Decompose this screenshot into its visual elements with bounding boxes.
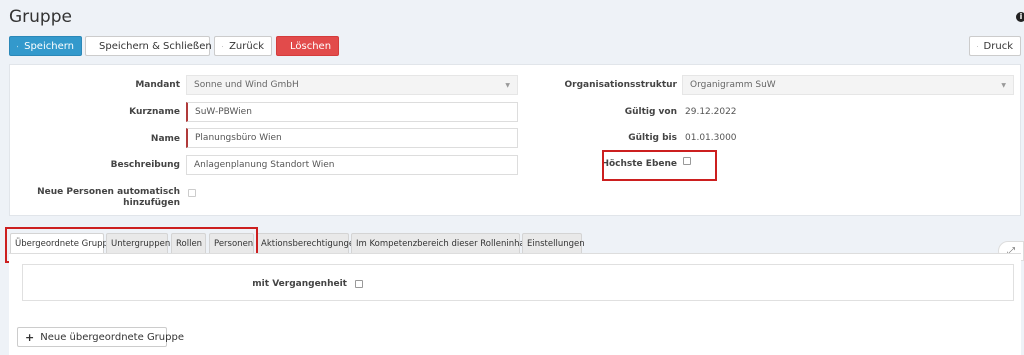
save-button-label: Speichern <box>24 40 74 52</box>
mit-vergangenheit-checkbox[interactable] <box>355 280 363 288</box>
print-button-label: Druck <box>983 40 1013 52</box>
arrow-left-icon <box>222 45 223 47</box>
page-title: Gruppe <box>9 7 72 27</box>
back-button[interactable]: Zurück <box>214 36 272 56</box>
neue-personen-label-line1: Neue Personen automatisch <box>37 187 180 197</box>
mandant-select[interactable]: Sonne und Wind GmbH ▼ <box>186 75 518 95</box>
beschreibung-field[interactable]: Anlagenplanung Standort Wien <box>186 155 518 175</box>
neue-personen-checkbox[interactable] <box>188 189 196 197</box>
printer-icon <box>977 45 978 47</box>
mit-vergangenheit-label: mit Vergangenheit <box>252 279 347 289</box>
back-button-label: Zurück <box>229 40 264 52</box>
neue-personen-label-line2: hinzufügen <box>123 198 180 208</box>
name-field[interactable]: Planungsbüro Wien <box>186 128 518 148</box>
mandant-value: Sonne und Wind GmbH <box>194 80 299 90</box>
filter-box <box>22 264 1014 301</box>
gueltig-bis-label: Gültig bis <box>628 133 677 143</box>
organisationsstruktur-label: Organisationsstruktur <box>564 80 678 90</box>
gueltig-von-value[interactable]: 29.12.2022 <box>685 107 737 117</box>
tab-aktionsberechtigungen[interactable]: Aktionsberechtigungen <box>256 233 360 253</box>
delete-button[interactable]: Löschen <box>276 36 339 56</box>
mandant-label: Mandant <box>135 80 180 90</box>
print-button[interactable]: Druck <box>969 36 1021 56</box>
info-icon[interactable]: i <box>1016 12 1024 22</box>
floppy-icon <box>17 45 19 47</box>
chevron-down-icon: ▼ <box>1001 81 1006 89</box>
add-parent-group-label: Neue übergeordnete Gruppe <box>40 331 184 343</box>
save-close-button-label: Speichern & Schließen <box>99 40 212 52</box>
add-parent-group-button[interactable]: + Neue übergeordnete Gruppe <box>17 327 184 347</box>
plus-icon: + <box>25 330 35 344</box>
delete-button-label: Löschen <box>290 40 332 52</box>
name-value: Planungsbüro Wien <box>195 133 282 143</box>
beschreibung-label: Beschreibung <box>110 160 180 170</box>
gueltig-von-label: Gültig von <box>624 107 677 117</box>
save-close-button[interactable]: Speichern & Schließen <box>85 36 212 56</box>
save-button[interactable]: Speichern <box>9 36 82 56</box>
chevron-down-icon: ▼ <box>505 81 510 89</box>
organisationsstruktur-select[interactable]: Organigramm SuW ▼ <box>682 75 1014 95</box>
tab-kompetenzbereich[interactable]: Im Kompetenzbereich dieser Rolleninhaber <box>351 233 539 253</box>
organisationsstruktur-value: Organigramm SuW <box>690 80 776 90</box>
kurzname-value: SuW-PBWien <box>195 107 252 117</box>
hoechste-ebene-highlight <box>602 150 717 181</box>
kurzname-field[interactable]: SuW-PBWien <box>186 102 518 122</box>
name-label: Name <box>150 134 180 144</box>
kurzname-label: Kurzname <box>129 107 180 117</box>
beschreibung-value: Anlagenplanung Standort Wien <box>194 160 335 170</box>
gueltig-bis-value[interactable]: 01.01.3000 <box>685 133 737 143</box>
tab-einstellungen[interactable]: Einstellungen <box>522 233 585 253</box>
